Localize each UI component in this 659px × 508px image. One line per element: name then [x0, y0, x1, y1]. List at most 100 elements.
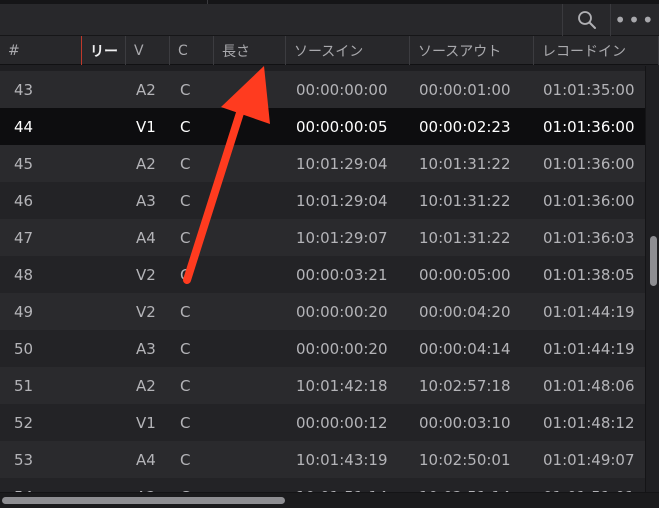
- table-row[interactable]: 48 V2 C 00:00:03:21 00:00:05:00 01:01:38:05: [0, 256, 645, 293]
- cell-record-in: 01:01:48:12: [543, 413, 635, 432]
- table-row[interactable]: 45 A2 C 10:01:29:04 10:01:31:22 01:01:36:00: [0, 145, 645, 182]
- more-options-icon: •••: [614, 8, 656, 32]
- search-icon: [577, 11, 596, 29]
- cell-source-out: 10:01:31:22: [419, 154, 511, 173]
- cell-c: C: [180, 339, 191, 358]
- table-row[interactable]: 52 V1 C 00:00:00:12 00:00:03:10 01:01:48:12: [0, 404, 645, 441]
- column-header-record-in[interactable]: レコードイン: [534, 36, 659, 65]
- cell-v: V1: [136, 117, 156, 136]
- cell-number: 50: [14, 339, 34, 358]
- edit-list-table: 43 A2 C 00:00:00:00 00:00:01:00 01:01:35:00 44…: [0, 66, 645, 492]
- table-header: # リー V C 長さ ソースイン ソースアウト レコードイン: [0, 36, 659, 65]
- cell-v: A2: [136, 80, 156, 99]
- cell-source-in: 00:00:00:05: [296, 117, 388, 136]
- cell-source-in: 00:00:00:20: [296, 339, 388, 358]
- cell-record-in: 01:01:48:06: [543, 376, 635, 395]
- cell-v: A2: [136, 154, 156, 173]
- table-row[interactable]: 46 A3 C 10:01:29:04 10:01:31:22 01:01:36:00: [0, 182, 645, 219]
- cell-v: A3: [136, 339, 156, 358]
- cell-source-out: 10:01:31:22: [419, 191, 511, 210]
- table-row[interactable]: 54 A2 C 10:01:51:14 10:02:51:14 01:01:51:01: [0, 478, 645, 492]
- cell-source-out: 10:02:57:18: [419, 376, 511, 395]
- cell-v: A2: [136, 376, 156, 395]
- more-options-button[interactable]: •••: [610, 4, 659, 36]
- cell-v: V2: [136, 265, 156, 284]
- cell-c: C: [180, 191, 191, 210]
- cell-number: 46: [14, 191, 34, 210]
- cell-source-out: 00:00:01:00: [419, 80, 511, 99]
- cell-v: V2: [136, 302, 156, 321]
- cell-c: C: [180, 376, 191, 395]
- column-header-length[interactable]: 長さ: [214, 36, 286, 65]
- cell-v: A2: [136, 478, 156, 493]
- cell-record-in: 01:01:38:05: [543, 265, 635, 284]
- cell-source-in: 10:01:43:19: [296, 450, 388, 469]
- vertical-scrollbar[interactable]: [645, 66, 659, 492]
- cell-v: A4: [136, 228, 156, 247]
- cell-c: C: [180, 478, 190, 493]
- table-row[interactable]: 47 A4 C 10:01:29:07 10:01:31:22 01:01:36:03: [0, 219, 645, 256]
- cell-source-in: 00:00:00:00: [296, 80, 388, 99]
- cell-source-in: 10:01:42:18: [296, 376, 388, 395]
- cell-record-in: 01:01:36:00: [543, 154, 635, 173]
- horizontal-scrollbar[interactable]: [0, 492, 659, 508]
- cell-number: 54: [14, 478, 33, 493]
- cell-number: 47: [14, 228, 34, 247]
- toolbar: •••: [0, 4, 659, 36]
- cell-number: 43: [14, 80, 34, 99]
- cell-c: C: [180, 265, 191, 284]
- cell-source-out: 00:00:02:23: [419, 117, 511, 136]
- table-row[interactable]: 43 A2 C 00:00:00:00 00:00:01:00 01:01:35:00: [0, 71, 645, 108]
- cell-source-out: 10:02:51:14: [419, 478, 511, 493]
- cell-source-in: 10:01:29:04: [296, 191, 388, 210]
- cell-source-in: 00:00:00:20: [296, 302, 388, 321]
- cell-source-in: 10:01:51:14: [296, 478, 388, 493]
- cell-source-in: 10:01:29:07: [296, 228, 388, 247]
- cell-record-in: 01:01:44:19: [543, 302, 635, 321]
- cell-source-out: 00:00:03:10: [419, 413, 511, 432]
- cell-c: C: [180, 80, 191, 99]
- table-row[interactable]: 44 V1 C 00:00:00:05 00:00:02:23 01:01:36:00: [0, 108, 645, 145]
- cell-source-out: 10:01:31:22: [419, 228, 511, 247]
- cell-source-out: 10:02:50:01: [419, 450, 511, 469]
- cell-v: V1: [136, 413, 156, 432]
- cell-record-in: 01:01:36:00: [543, 191, 635, 210]
- cell-source-out: 00:00:04:14: [419, 339, 511, 358]
- cell-record-in: 01:01:49:07: [543, 450, 635, 469]
- column-header-source-out[interactable]: ソースアウト: [410, 36, 534, 65]
- horizontal-scroll-thumb[interactable]: [2, 497, 285, 504]
- table-row[interactable]: 51 A2 C 10:01:42:18 10:02:57:18 01:01:48:06: [0, 367, 645, 404]
- cell-c: C: [180, 302, 191, 321]
- search-button[interactable]: [562, 4, 610, 36]
- table-row[interactable]: 49 V2 C 00:00:00:20 00:00:04:20 01:01:44:19: [0, 293, 645, 330]
- table-row[interactable]: 53 A4 C 10:01:43:19 10:02:50:01 01:01:49:07: [0, 441, 645, 478]
- cell-number: 45: [14, 154, 34, 173]
- cell-source-out: 00:00:05:00: [419, 265, 511, 284]
- cell-record-in: 01:01:51:01: [543, 478, 635, 493]
- column-header-reel[interactable]: リー: [82, 36, 126, 65]
- cell-c: C: [180, 413, 191, 432]
- column-header-number[interactable]: #: [0, 36, 82, 65]
- cell-v: A4: [136, 450, 156, 469]
- vertical-scroll-thumb[interactable]: [650, 236, 657, 286]
- cell-source-out: 00:00:04:20: [419, 302, 511, 321]
- cell-v: A3: [136, 191, 156, 210]
- cell-c: C: [180, 450, 191, 469]
- column-header-v[interactable]: V: [126, 36, 170, 65]
- cell-record-in: 01:01:36:03: [543, 228, 635, 247]
- column-header-c[interactable]: C: [170, 36, 214, 65]
- cell-number: 49: [14, 302, 34, 321]
- cell-number: 53: [14, 450, 34, 469]
- cell-record-in: 01:01:36:00: [543, 117, 635, 136]
- cell-c: C: [180, 117, 191, 136]
- column-header-source-in[interactable]: ソースイン: [286, 36, 410, 65]
- cell-number: 52: [14, 413, 34, 432]
- cell-source-in: 00:00:03:21: [296, 265, 388, 284]
- cell-source-in: 10:01:29:04: [296, 154, 388, 173]
- cell-number: 51: [14, 376, 34, 395]
- cell-record-in: 01:01:35:00: [543, 80, 635, 99]
- cell-number: 48: [14, 265, 34, 284]
- table-row[interactable]: 50 A3 C 00:00:00:20 00:00:04:14 01:01:44:19: [0, 330, 645, 367]
- cell-c: C: [180, 228, 191, 247]
- cell-source-in: 00:00:00:12: [296, 413, 388, 432]
